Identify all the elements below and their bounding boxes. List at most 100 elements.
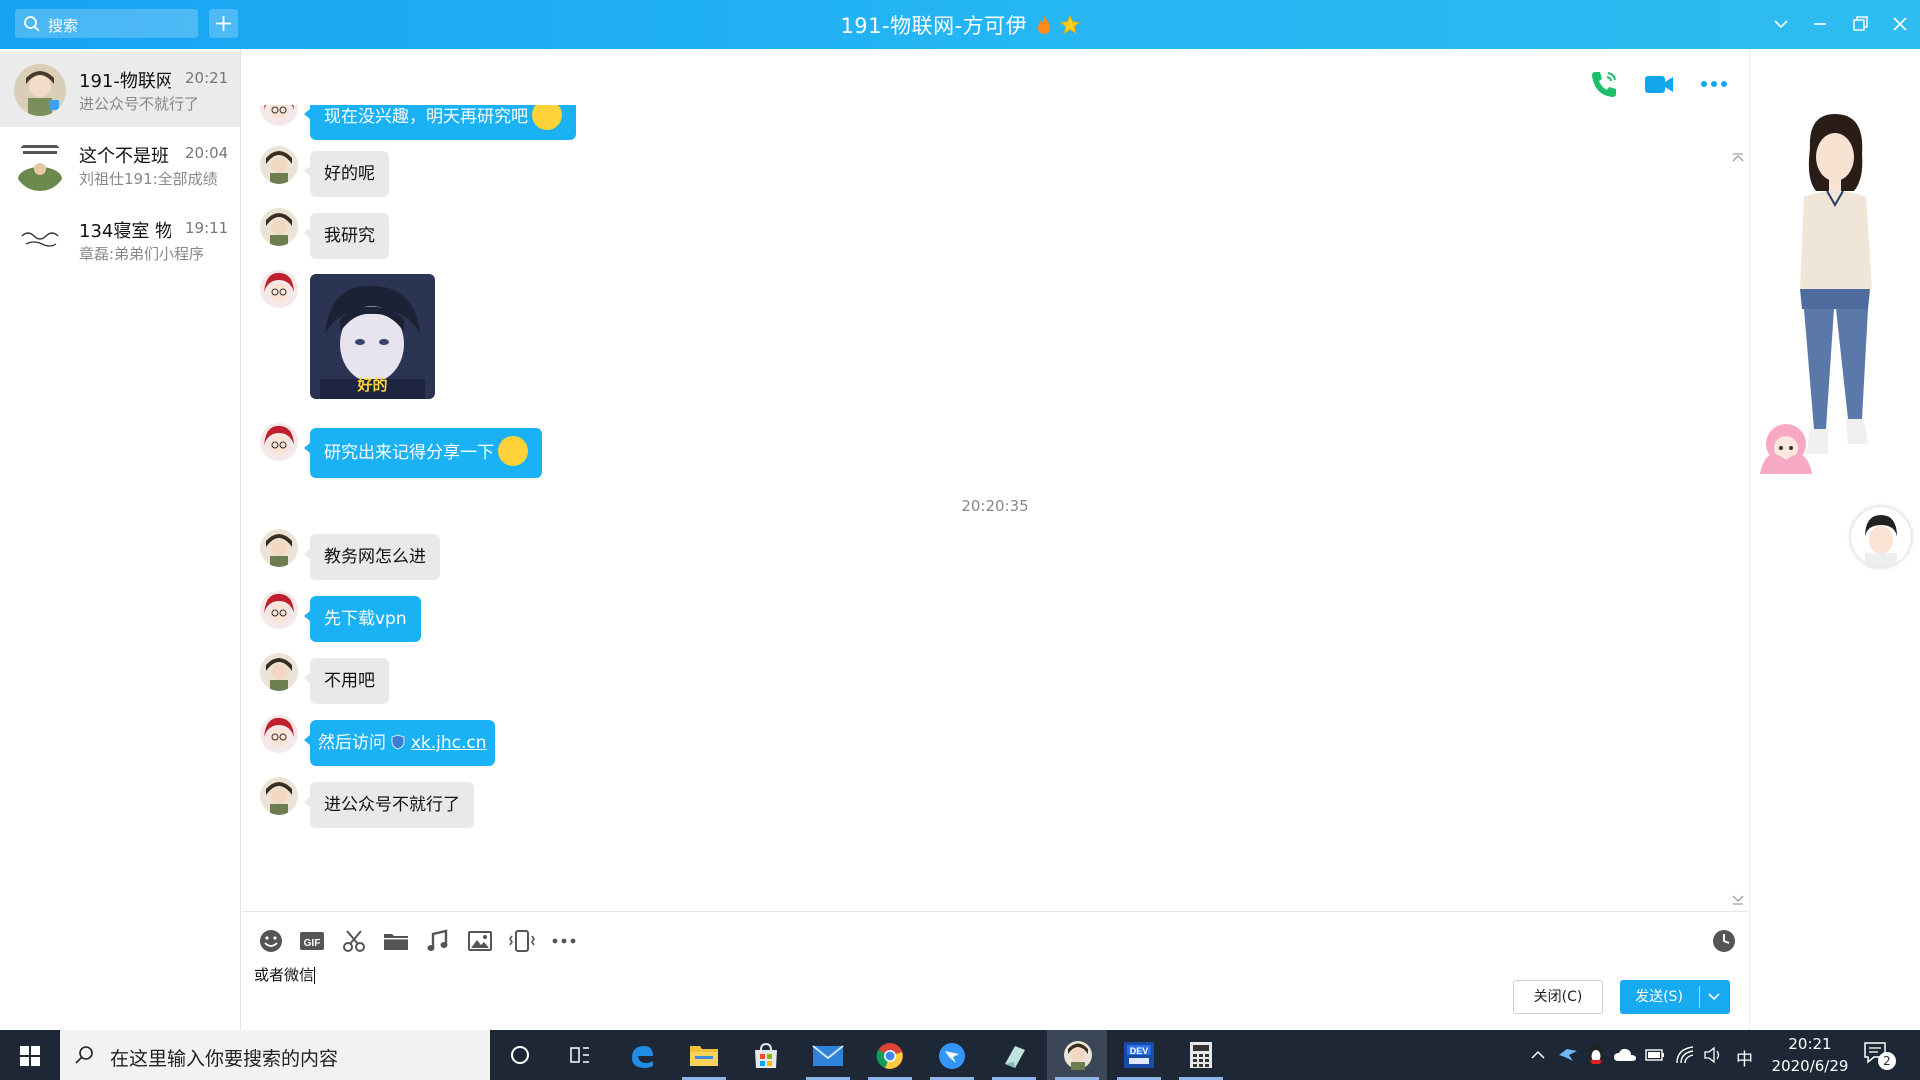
avatar bbox=[260, 105, 298, 126]
mail-icon bbox=[812, 1045, 844, 1066]
taskbar-app-mail[interactable] bbox=[798, 1030, 858, 1080]
message-bubble[interactable]: 不用吧 bbox=[304, 658, 389, 704]
message-text: 研究出来记得分享一下 bbox=[324, 443, 494, 463]
dropdown-button[interactable] bbox=[1769, 12, 1793, 36]
video-icon bbox=[1645, 76, 1673, 93]
conversation-name: 134寝室 物 bbox=[79, 221, 171, 242]
bird-icon[interactable] bbox=[1557, 1045, 1579, 1065]
message-text: 好的呢 bbox=[324, 164, 375, 184]
image-icon bbox=[468, 931, 492, 951]
edge-icon bbox=[632, 1046, 653, 1068]
gif-button[interactable]: GIF bbox=[298, 927, 326, 955]
conversation-time: 19:11 bbox=[185, 219, 229, 237]
phone-icon bbox=[1592, 72, 1616, 97]
chevron-down-icon bbox=[1774, 20, 1788, 29]
taskbar-search-placeholder: 在这里输入你要搜索的内容 bbox=[110, 1048, 339, 1070]
self-avatar[interactable] bbox=[1851, 507, 1911, 567]
taskbar: 在这里输入你要搜索的内容 DEV 中 20:21 2020/6/29 2 bbox=[0, 1030, 1920, 1080]
taskbar-app-dev[interactable]: DEV bbox=[1109, 1030, 1169, 1080]
sticker-caption: 好的 bbox=[357, 376, 388, 394]
message-input[interactable]: 或者微信 bbox=[254, 964, 316, 985]
taskbar-search[interactable]: 在这里输入你要搜索的内容 bbox=[60, 1030, 490, 1080]
wifi-icon[interactable] bbox=[1675, 1045, 1695, 1065]
taskbar-app-store[interactable] bbox=[736, 1030, 796, 1080]
avatar bbox=[14, 214, 66, 266]
screenshot-button[interactable] bbox=[340, 927, 368, 955]
cortana-button[interactable] bbox=[490, 1030, 550, 1080]
conversation-preview: 刘祖仕191:全部成绩 bbox=[79, 170, 218, 188]
history-button[interactable] bbox=[1710, 927, 1738, 955]
shake-button[interactable] bbox=[508, 927, 536, 955]
taskbar-app-explorer[interactable] bbox=[674, 1030, 734, 1080]
svg-text:DEV: DEV bbox=[1130, 1046, 1149, 1056]
clock-date: 2020/6/29 bbox=[1771, 1057, 1849, 1075]
message-bubble[interactable]: 然后访问 xk.jhc.cn bbox=[304, 720, 495, 766]
avatar bbox=[14, 139, 66, 191]
more-icon bbox=[552, 938, 576, 944]
message-link[interactable]: xk.jhc.cn bbox=[411, 733, 487, 753]
restore-button[interactable] bbox=[1848, 12, 1872, 36]
clock[interactable]: 20:21 2020/6/29 bbox=[1770, 1033, 1850, 1077]
chat-panel: 现在没兴趣，明天再研究吧 好的呢 我研究 好的 研究出来记得分享一下 20:20… bbox=[242, 49, 1748, 1030]
message-bubble[interactable]: 好的呢 bbox=[304, 151, 389, 197]
folder-icon bbox=[384, 934, 408, 950]
battery-icon[interactable] bbox=[1645, 1048, 1665, 1062]
avatar bbox=[260, 529, 298, 567]
voice-call-button[interactable] bbox=[1587, 67, 1621, 101]
emoji-button[interactable] bbox=[257, 927, 285, 955]
taskbar-app-notes[interactable] bbox=[984, 1030, 1044, 1080]
windows-icon bbox=[20, 1046, 40, 1066]
file-button[interactable] bbox=[382, 927, 410, 955]
notification-center-button[interactable]: 2 bbox=[1862, 1040, 1902, 1072]
message-list[interactable]: 现在没兴趣，明天再研究吧 好的呢 我研究 好的 研究出来记得分享一下 20:20… bbox=[242, 105, 1748, 908]
scroll-up-icon[interactable] bbox=[1732, 153, 1744, 163]
avatar bbox=[260, 208, 298, 246]
image-button[interactable] bbox=[466, 927, 494, 955]
taskbar-app-qq-chat[interactable] bbox=[1047, 1030, 1107, 1080]
taskbar-app-chrome[interactable] bbox=[860, 1030, 920, 1080]
message-text: 不用吧 bbox=[324, 671, 375, 691]
ime-indicator[interactable]: 中 bbox=[1736, 1045, 1753, 1070]
message-bubble[interactable]: 现在没兴趣，明天再研究吧 bbox=[304, 105, 576, 140]
qq-penguin-icon[interactable] bbox=[1587, 1044, 1605, 1066]
volume-icon[interactable] bbox=[1703, 1046, 1723, 1064]
start-button[interactable] bbox=[0, 1030, 60, 1080]
chevron-up-icon[interactable] bbox=[1530, 1048, 1546, 1062]
draft-text: 或者微信 bbox=[254, 966, 315, 984]
close-button[interactable] bbox=[1888, 12, 1912, 36]
send-button[interactable]: 发送(S) bbox=[1620, 980, 1730, 1014]
taskbar-app-edge[interactable] bbox=[612, 1030, 672, 1080]
close-chat-button[interactable]: 关闭(C) bbox=[1513, 980, 1603, 1014]
taskbar-app-calculator[interactable] bbox=[1171, 1030, 1231, 1080]
conversation-item[interactable]: 这个不是班 20:04 刘祖仕191:全部成绩 bbox=[0, 127, 240, 202]
message-bubble[interactable]: 研究出来记得分享一下 bbox=[304, 428, 542, 478]
flame-icon bbox=[1038, 16, 1051, 34]
video-call-button[interactable] bbox=[1642, 67, 1676, 101]
music-button[interactable] bbox=[424, 927, 452, 955]
clock-icon bbox=[1713, 930, 1735, 952]
message-bubble[interactable]: 我研究 bbox=[304, 213, 389, 259]
conversation-item[interactable]: 134寝室 物 19:11 章磊:弟弟们小程序 bbox=[0, 202, 240, 277]
sticker-image[interactable]: 好的 bbox=[310, 274, 435, 399]
chevron-down-icon[interactable] bbox=[1707, 991, 1721, 1003]
avatar bbox=[14, 64, 66, 116]
minimize-button[interactable] bbox=[1808, 12, 1832, 36]
task-view-icon bbox=[570, 1047, 589, 1063]
task-view-button[interactable] bbox=[550, 1030, 610, 1080]
message-bubble[interactable]: 进公众号不就行了 bbox=[304, 782, 474, 828]
more-options-button[interactable] bbox=[1697, 67, 1731, 101]
more-tools-button[interactable] bbox=[550, 927, 578, 955]
clock-time: 20:21 bbox=[1788, 1035, 1832, 1053]
avatar bbox=[260, 146, 298, 184]
show-panel bbox=[1749, 49, 1920, 1030]
message-bubble[interactable]: 先下载vpn bbox=[304, 596, 421, 642]
conversation-item[interactable]: 191-物联网 20:21 进公众号不就行了 bbox=[0, 52, 240, 127]
taskbar-app-dingtalk[interactable] bbox=[922, 1030, 982, 1080]
dev-icon: DEV bbox=[1124, 1042, 1154, 1068]
text-caret bbox=[314, 967, 316, 984]
pet-avatar[interactable] bbox=[1750, 414, 1822, 484]
conversation-time: 20:04 bbox=[185, 144, 229, 162]
message-bubble[interactable]: 教务网怎么进 bbox=[304, 534, 440, 580]
onedrive-icon[interactable] bbox=[1614, 1047, 1636, 1063]
scroll-down-icon[interactable] bbox=[1732, 895, 1744, 905]
